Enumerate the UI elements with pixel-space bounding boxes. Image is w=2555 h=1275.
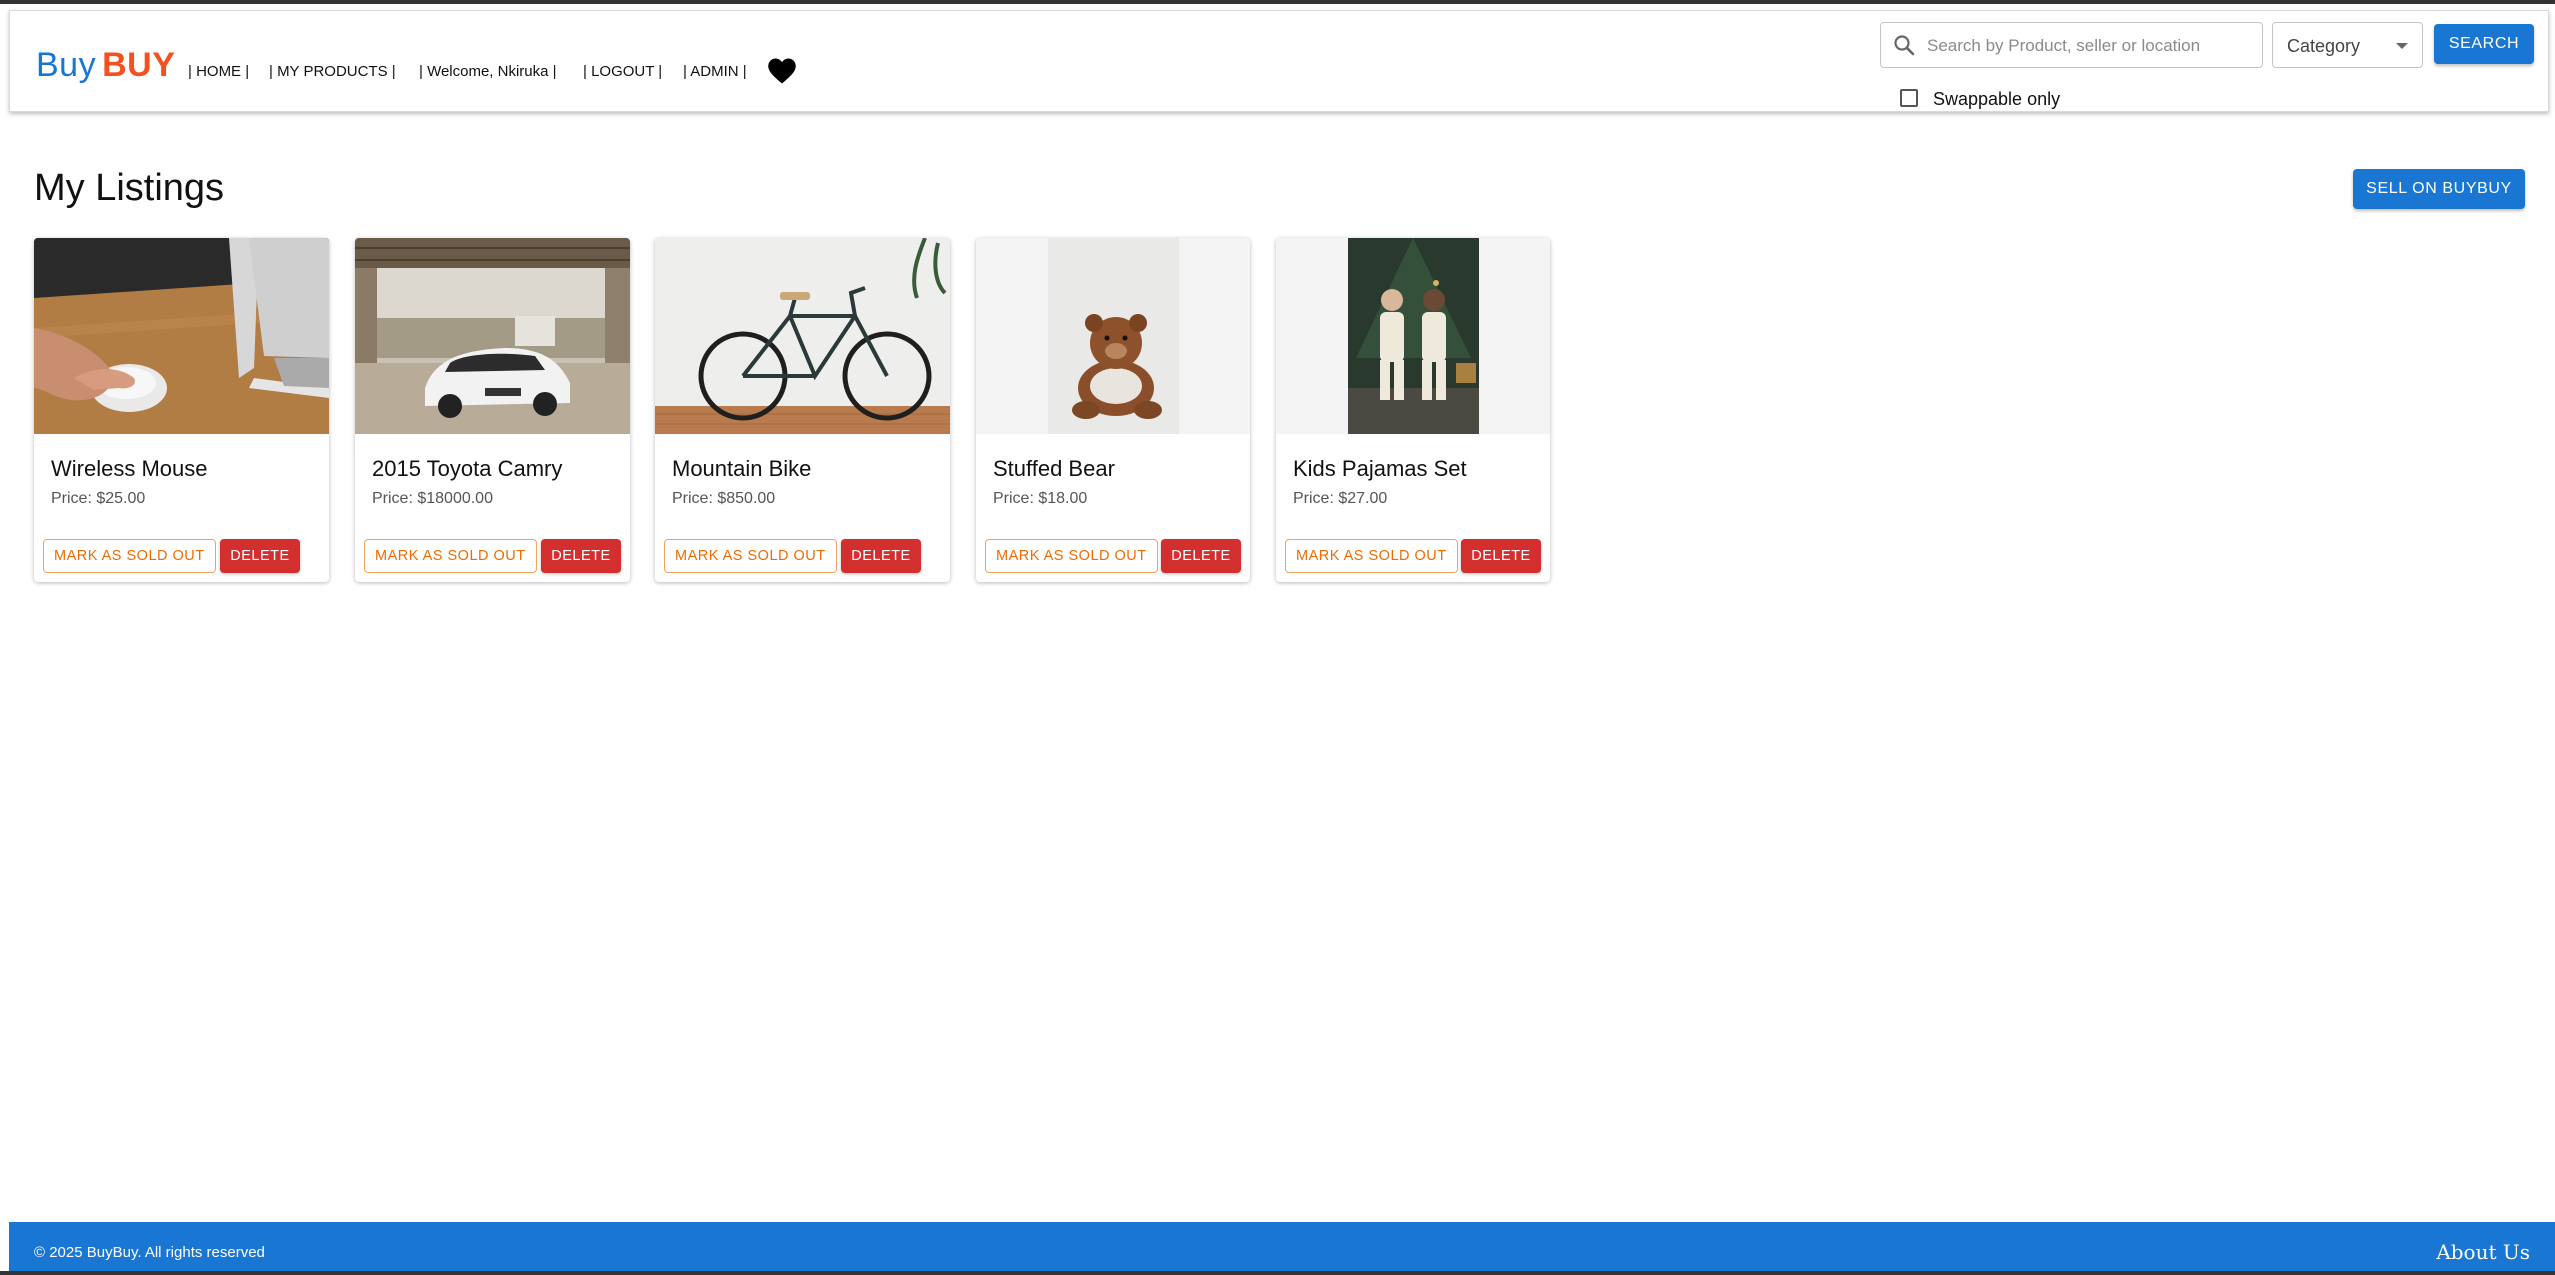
listing-title: Kids Pajamas Set: [1293, 456, 1467, 481]
mark-as-sold-out-button[interactable]: MARK AS SOLD OUT: [985, 539, 1158, 573]
listing-price: Price: $18000.00: [372, 490, 493, 507]
search-input[interactable]: [1925, 33, 2254, 59]
page-title: My Listings: [34, 167, 225, 209]
listing-price: Price: $18.00: [993, 490, 1088, 507]
search-icon: [1893, 34, 1915, 56]
nav-my-products-link[interactable]: | MY PRODUCTS |: [269, 63, 396, 80]
mark-as-sold-out-button[interactable]: MARK AS SOLD OUT: [1285, 539, 1458, 573]
app-footer: © 2025 BuyBuy. All rights reserved About…: [9, 1222, 2555, 1275]
window-top-edge: [0, 0, 2555, 4]
footer-about-link[interactable]: About Us: [2436, 1240, 2530, 1264]
listing-price: Price: $25.00: [51, 490, 146, 507]
category-select[interactable]: Category: [2272, 22, 2423, 68]
search-button[interactable]: SEARCH: [2434, 24, 2534, 64]
listing-image-toyota-camry[interactable]: [355, 238, 630, 434]
sell-on-buybuy-button[interactable]: SELL ON BUYBUY: [2353, 169, 2525, 209]
nav-logout-link[interactable]: | LOGOUT |: [583, 63, 662, 80]
chevron-down-icon: [2396, 43, 2408, 49]
listing-price: Price: $850.00: [672, 490, 776, 507]
listing-image-kids-pajamas[interactable]: [1276, 238, 1550, 434]
listing-image-stuffed-bear[interactable]: [976, 238, 1250, 434]
delete-button[interactable]: DELETE: [841, 539, 921, 573]
listing-card-kids-pajamas[interactable]: Kids Pajamas Set Price: $27.00 MARK AS S…: [1276, 238, 1550, 582]
heart-icon[interactable]: [767, 57, 797, 85]
delete-button[interactable]: DELETE: [1461, 539, 1541, 573]
listing-price: Price: $27.00: [1293, 490, 1388, 507]
mark-as-sold-out-button[interactable]: MARK AS SOLD OUT: [364, 539, 537, 573]
window-bottom-edge: [0, 1271, 2555, 1275]
mark-as-sold-out-button[interactable]: MARK AS SOLD OUT: [664, 539, 837, 573]
brand-logo-part2: BUY: [102, 46, 176, 84]
brand-logo[interactable]: Buy BUY: [36, 45, 175, 85]
listing-title: Mountain Bike: [672, 456, 812, 481]
nav-home-link[interactable]: | HOME |: [188, 63, 249, 80]
brand-logo-part1: Buy: [36, 46, 97, 84]
delete-button[interactable]: DELETE: [541, 539, 621, 573]
listing-title: Stuffed Bear: [993, 456, 1115, 481]
listing-card-mountain-bike[interactable]: Mountain Bike Price: $850.00 MARK AS SOL…: [655, 238, 950, 582]
listing-title: 2015 Toyota Camry: [372, 456, 563, 481]
nav-welcome-text: | Welcome, Nkiruka |: [419, 63, 557, 80]
app-header: Buy BUY | HOME | | MY PRODUCTS | | Welcom…: [9, 10, 2549, 112]
mark-as-sold-out-button[interactable]: MARK AS SOLD OUT: [43, 539, 216, 573]
delete-button[interactable]: DELETE: [220, 539, 300, 573]
swappable-checkbox-label[interactable]: Swappable only: [1933, 89, 2060, 110]
nav-admin-link[interactable]: | ADMIN |: [683, 63, 747, 80]
listing-card-stuffed-bear[interactable]: Stuffed Bear Price: $18.00 MARK AS SOLD …: [976, 238, 1250, 582]
footer-copyright: © 2025 BuyBuy. All rights reserved: [34, 1244, 265, 1261]
listing-image-mountain-bike[interactable]: [655, 238, 950, 434]
search-field[interactable]: [1880, 22, 2263, 68]
swappable-checkbox[interactable]: [1900, 89, 1918, 107]
listing-card-wireless-mouse[interactable]: Wireless Mouse Price: $25.00 MARK AS SOL…: [34, 238, 329, 582]
listing-card-toyota-camry[interactable]: 2015 Toyota Camry Price: $18000.00 MARK …: [355, 238, 630, 582]
delete-button[interactable]: DELETE: [1161, 539, 1241, 573]
category-select-label: Category: [2287, 36, 2361, 56]
listing-image-wireless-mouse[interactable]: [34, 238, 329, 434]
listing-title: Wireless Mouse: [51, 456, 208, 481]
